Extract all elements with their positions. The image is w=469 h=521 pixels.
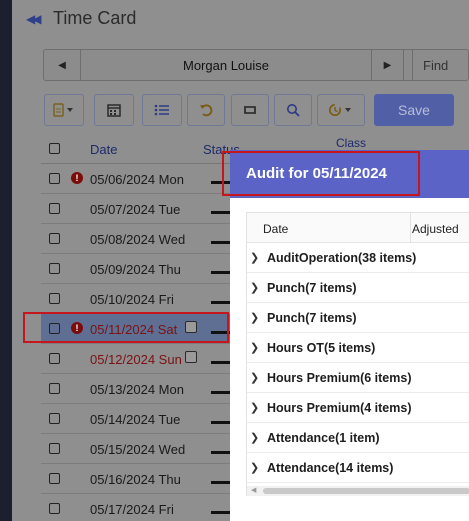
search-button[interactable] [274, 94, 312, 126]
chevron-right-icon[interactable]: ❯ [250, 281, 259, 294]
row-date: 05/16/2024 Thu [90, 472, 181, 487]
page-title: Time Card [53, 8, 137, 28]
row-checkbox[interactable] [49, 203, 60, 214]
edit-icon[interactable] [185, 351, 197, 363]
history-icon [329, 104, 351, 116]
chevron-right-icon[interactable]: ❯ [250, 311, 259, 324]
row-date: 05/10/2024 Fri [90, 292, 174, 307]
audit-group-row[interactable]: ❯ Hours OT(5 items) [247, 333, 469, 363]
row-checkbox[interactable] [49, 233, 60, 244]
row-date: 05/08/2024 Wed [90, 232, 186, 247]
audit-group-label: Punch(7 items) [267, 311, 357, 325]
save-button[interactable]: Save [374, 94, 454, 126]
row-date: 05/06/2024 Mon [90, 172, 184, 187]
row-checkbox[interactable] [49, 173, 60, 184]
row-date: 05/17/2024 Fri [90, 502, 174, 517]
row-checkbox[interactable] [49, 503, 60, 514]
row-date: 05/13/2024 Mon [90, 382, 184, 397]
horizontal-scrollbar[interactable]: ◀ [247, 486, 469, 496]
audit-group-row[interactable]: ❯ Hours Premium(6 items) [247, 363, 469, 393]
error-icon: ! [71, 172, 83, 184]
chevron-right-icon[interactable]: ❯ [250, 461, 259, 474]
toolbar: Save [44, 94, 469, 128]
audit-group-label: Hours OT(5 items) [267, 341, 376, 355]
audit-table-header: Date Adjusted [247, 213, 469, 243]
employee-navigator: ◀ Morgan Louise ▶ Find [43, 49, 469, 81]
chevron-right-icon[interactable]: ❯ [250, 431, 259, 444]
find-button[interactable]: Find [412, 50, 469, 80]
document-menu-button[interactable] [44, 94, 84, 126]
row-checkbox[interactable] [49, 443, 60, 454]
left-rail [0, 0, 12, 521]
audit-group-label: AuditOperation(38 items) [267, 251, 417, 265]
calendar-icon [107, 104, 121, 117]
audit-group-row[interactable]: ❯ AuditOperation(38 items) [247, 243, 469, 273]
double-chevron-left-icon[interactable]: ◀◀ [26, 12, 42, 26]
page-header: ◀◀ Time Card [12, 0, 469, 40]
select-all-checkbox[interactable] [49, 143, 60, 154]
row-date: 05/07/2024 Tue [90, 202, 181, 217]
next-employee-button[interactable]: ▶ [371, 50, 404, 80]
audit-group-row[interactable]: ❯ Attendance(1 item) [247, 423, 469, 453]
row-checkbox[interactable] [49, 383, 60, 394]
audit-column-date[interactable]: Date [263, 222, 288, 236]
previous-employee-button[interactable]: ◀ [44, 50, 81, 80]
undo-button[interactable] [187, 94, 225, 126]
triangle-left-icon: ◀ [58, 59, 66, 71]
audit-group-label: Hours Premium(6 items) [267, 371, 412, 385]
history-menu-button[interactable] [317, 94, 365, 126]
swap-button[interactable] [231, 94, 269, 126]
chevron-right-icon[interactable]: ❯ [250, 401, 259, 414]
audit-group-label: Punch(7 items) [267, 281, 357, 295]
calendar-button[interactable] [94, 94, 134, 126]
list-button[interactable] [142, 94, 182, 126]
audit-column-adjusted[interactable]: Adjusted [412, 222, 459, 236]
row-checkbox[interactable] [49, 413, 60, 424]
audit-group-label: Attendance(1 item) [267, 431, 380, 445]
row-checkbox[interactable] [49, 293, 60, 304]
scrollbar-thumb[interactable] [263, 488, 469, 494]
document-icon [53, 103, 73, 117]
audit-group-row[interactable]: ❯ Attendance(14 items) [247, 453, 469, 483]
audit-group-label: Hours Premium(4 items) [267, 401, 412, 415]
audit-group-label: Attendance(14 items) [267, 461, 394, 475]
row-checkbox[interactable] [49, 473, 60, 484]
column-header-class[interactable]: Class [336, 136, 366, 150]
audit-group-row[interactable]: ❯ Punch(7 items) [247, 303, 469, 333]
employee-name[interactable]: Morgan Louise [81, 50, 371, 80]
audit-table: Date Adjusted ❯ AuditOperation(38 items) ❯… [246, 212, 469, 496]
column-divider [410, 213, 411, 243]
swap-icon [244, 106, 256, 114]
triangle-right-icon: ▶ [383, 59, 392, 71]
row-checkbox[interactable] [49, 263, 60, 274]
row-date: 05/15/2024 Wed [90, 442, 186, 457]
chevron-right-icon[interactable]: ❯ [250, 371, 259, 384]
row-date: 05/14/2024 Tue [90, 412, 181, 427]
selected-row-highlight [23, 312, 229, 343]
column-header-date[interactable]: Date [90, 142, 117, 157]
row-date: 05/09/2024 Thu [90, 262, 181, 277]
undo-icon [200, 104, 213, 117]
audit-group-row[interactable]: ❯ Hours Premium(4 items) [247, 393, 469, 423]
chevron-right-icon[interactable]: ❯ [250, 341, 259, 354]
scroll-left-arrow-icon[interactable]: ◀ [251, 486, 256, 494]
chevron-right-icon[interactable]: ❯ [250, 251, 259, 264]
search-icon [287, 104, 300, 117]
list-icon [154, 104, 169, 116]
audit-group-row[interactable]: ❯ Punch(7 items) [247, 273, 469, 303]
audit-title-highlight [222, 151, 420, 196]
row-checkbox[interactable] [49, 353, 60, 364]
row-date: 05/12/2024 Sun [90, 352, 182, 367]
